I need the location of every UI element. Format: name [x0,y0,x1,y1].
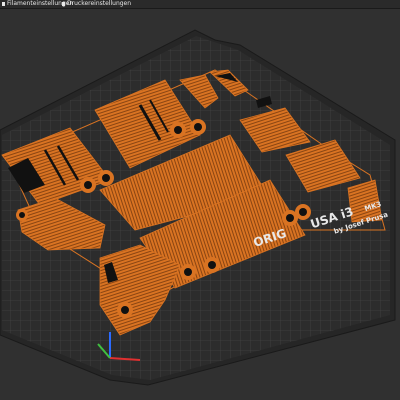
tab-printer-settings-label: Druckereinstellungen [67,0,132,7]
top-tab-bar: Filamenteinstellungen Druckereinstellung… [0,0,400,9]
tab-printer-settings[interactable]: Druckereinstellungen [60,0,131,8]
3d-viewport[interactable]: ORIG USA i3 MK3 by Josef Prusa [0,0,400,400]
